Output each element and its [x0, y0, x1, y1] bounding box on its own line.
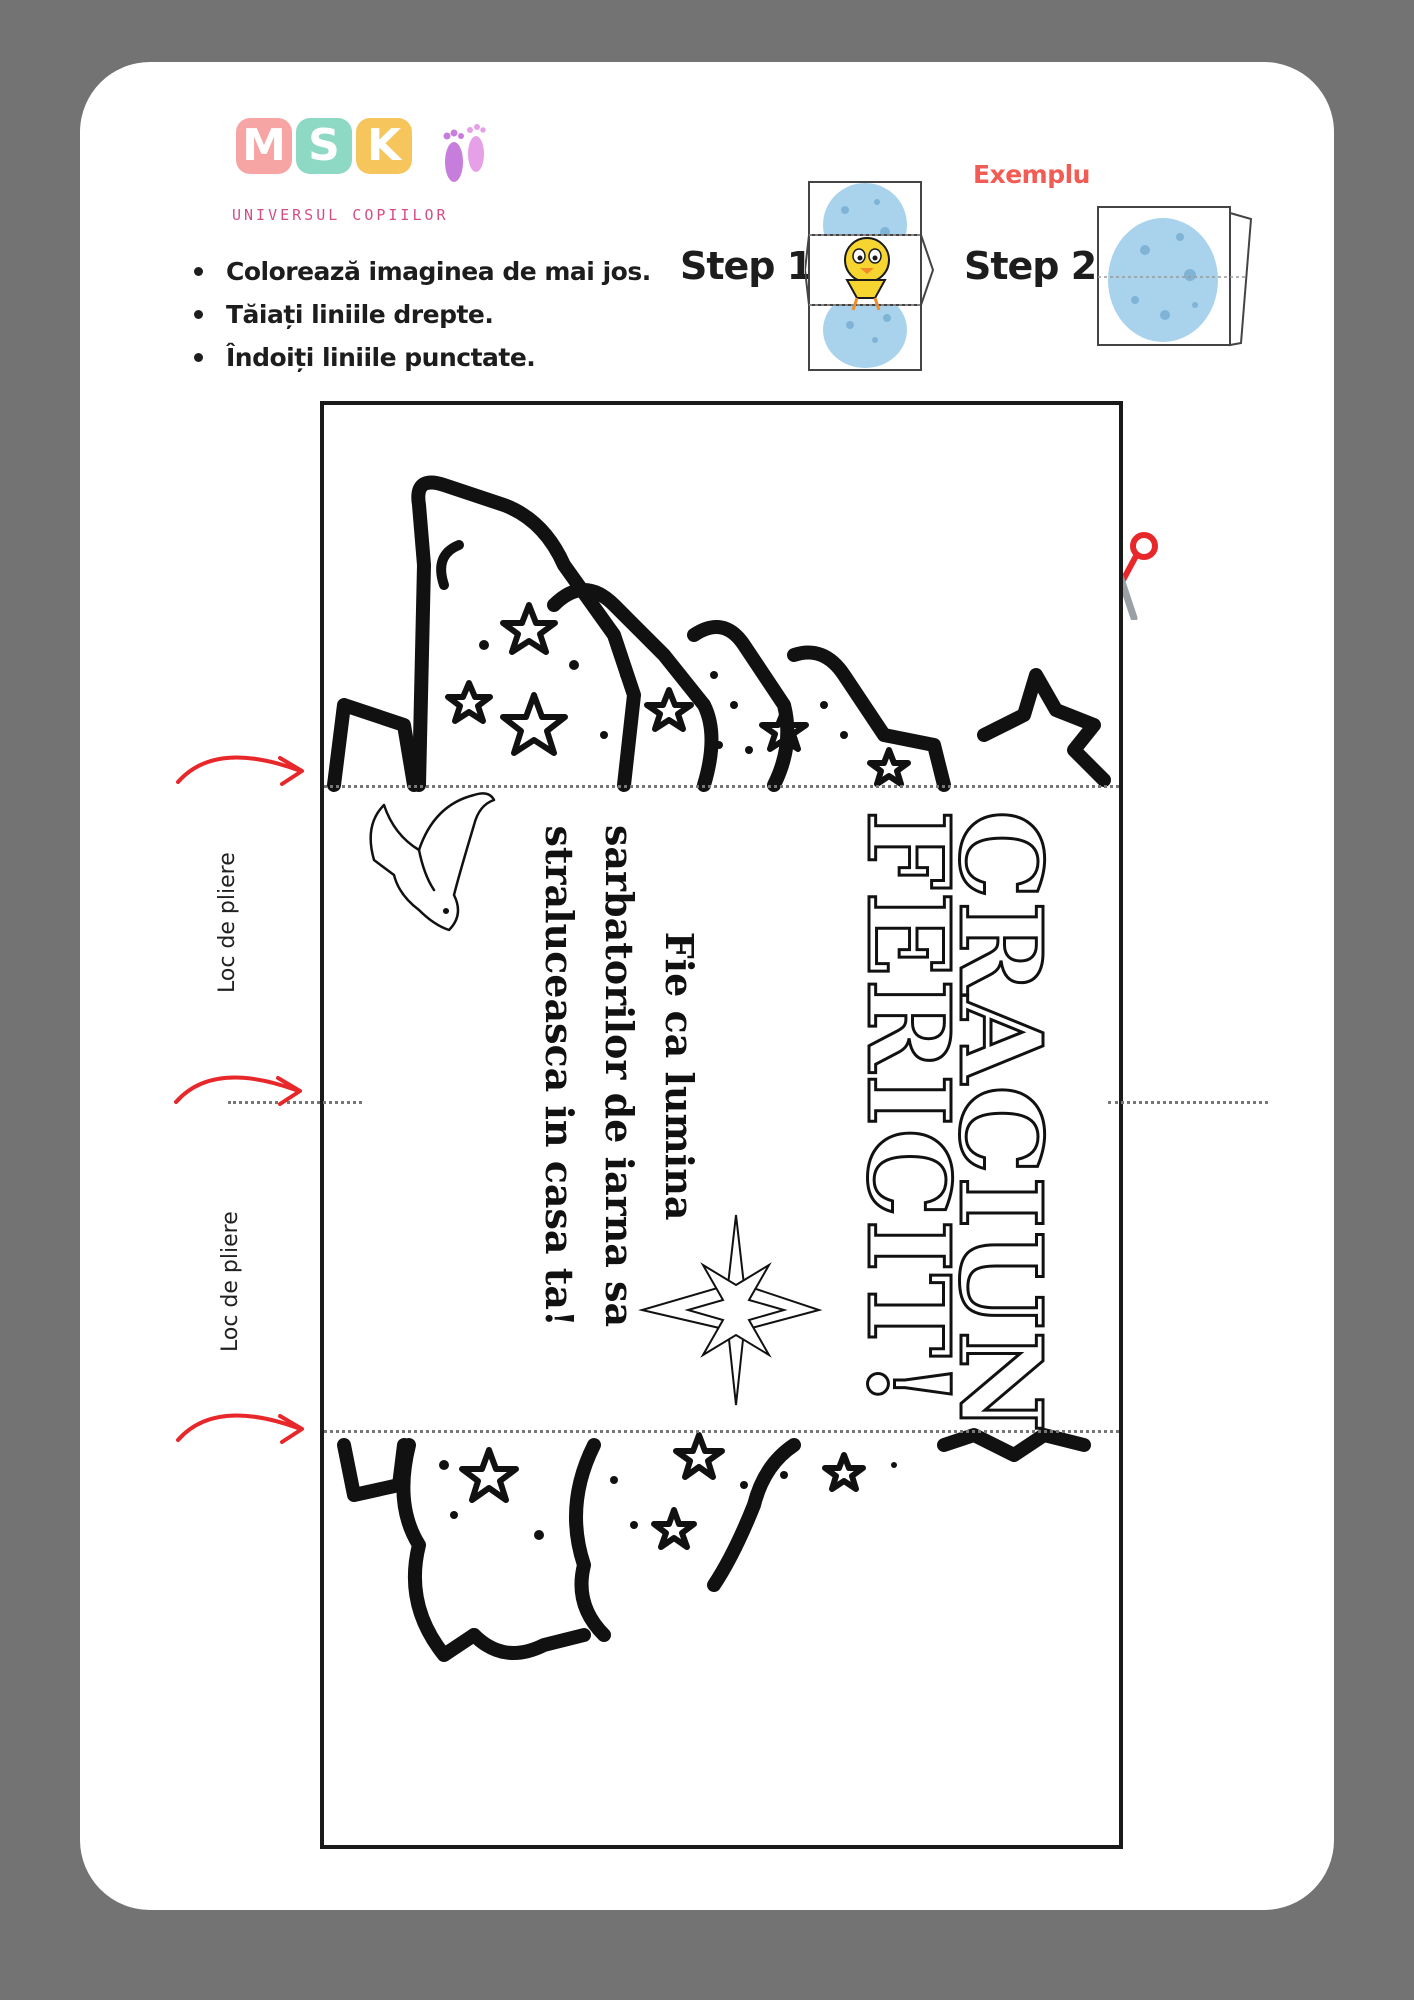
message-line2: sarbatorilor de iarna sa — [597, 825, 642, 1328]
logo-subtitle: UNIVERSUL COPIILOR — [232, 206, 449, 224]
fold-label-upper: Loc de pliere — [215, 852, 240, 993]
footprints-icon — [443, 124, 486, 182]
example-label: Exemplu — [973, 160, 1090, 189]
arrow-icon — [176, 1413, 304, 1444]
fold-line-top — [324, 785, 1119, 788]
step2-label: Step 2 — [964, 244, 1097, 288]
arrow-icon — [176, 755, 304, 786]
instruction-color: Colorează imaginea de mai jos. — [190, 250, 651, 293]
greeting-title: CRACIUN FERICIT! — [841, 809, 1067, 1437]
step1-illustration — [805, 181, 935, 371]
fold-label-lower: Loc de pliere — [218, 1211, 243, 1352]
fold-line-middle-right — [1108, 1101, 1268, 1104]
arrow-icon — [174, 1075, 302, 1106]
step2-illustration — [1097, 206, 1253, 347]
greeting-card: CRACIUN FERICIT! Fie ca lumina sarbatori… — [320, 401, 1123, 1849]
star-icon — [459, 1432, 866, 1550]
message-line1: Fie ca lumina — [657, 931, 702, 1221]
logo-letter-s: S — [296, 118, 352, 174]
instruction-cut: Tăiați liniile drepte. — [190, 293, 651, 336]
greeting-message: Fie ca lumina sarbatorilor de iarna sa s… — [529, 825, 709, 1327]
egg-icon — [1108, 218, 1218, 342]
title-line2: FERICIT! — [841, 809, 975, 1412]
step1-label: Step 1 — [680, 244, 813, 288]
star-icon — [445, 602, 911, 787]
instruction-fold: Îndoiți liniile punctate. — [190, 336, 651, 379]
logo-letter-m: M — [236, 118, 292, 174]
dove-icon — [369, 792, 496, 932]
message-line3: straluceasca in casa ta! — [537, 825, 582, 1327]
msk-logo: M S K UNIVERSUL COPIILOR — [232, 118, 492, 228]
logo-letter-k: K — [356, 118, 412, 174]
instruction-list: Colorează imaginea de mai jos. Tăiați li… — [190, 250, 651, 379]
